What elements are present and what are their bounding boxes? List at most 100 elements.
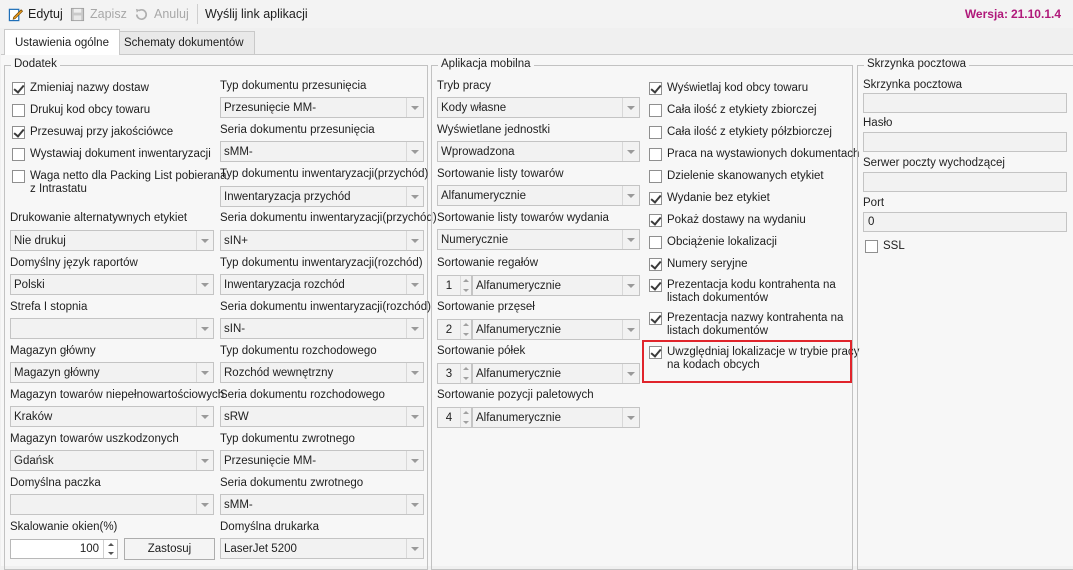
- stepper-buttons[interactable]: [460, 320, 471, 339]
- checkbox-box[interactable]: [12, 126, 25, 139]
- checkbox-box[interactable]: [649, 236, 662, 249]
- scaling-stepper[interactable]: 100: [10, 539, 118, 559]
- checkbox-box[interactable]: [12, 104, 25, 117]
- transfer-doc-type-combo[interactable]: Przesunięcie MM-: [220, 97, 424, 118]
- chevron-down-icon[interactable]: [622, 142, 639, 161]
- chevron-down-icon[interactable]: [406, 495, 423, 514]
- checkbox-show-foreign-code[interactable]: Wyświetlaj kod obcy towaru: [649, 81, 808, 95]
- span-sort-combo[interactable]: Alfanumerycznie: [472, 319, 640, 340]
- chevron-down-icon[interactable]: [107, 552, 114, 555]
- apply-button[interactable]: Zastosuj: [124, 538, 215, 560]
- chevron-up-icon[interactable]: [463, 323, 469, 327]
- stepper-buttons[interactable]: [460, 408, 471, 427]
- chevron-down-icon[interactable]: [196, 319, 213, 338]
- checkbox-contractor-name[interactable]: Prezentacja nazwy kontrahenta na listach …: [649, 311, 843, 338]
- span-sort-control[interactable]: 2 Alfanumerycznie: [437, 319, 640, 340]
- chevron-up-icon[interactable]: [463, 279, 469, 283]
- chevron-down-icon[interactable]: [622, 276, 639, 295]
- chevron-up-icon[interactable]: [463, 411, 469, 415]
- checkbox-serial-numbers[interactable]: Numery seryjne: [649, 257, 748, 271]
- chevron-down-icon[interactable]: [622, 230, 639, 249]
- displayed-units-combo[interactable]: Wprowadzona: [437, 141, 640, 162]
- chevron-down-icon[interactable]: [196, 275, 213, 294]
- port-input[interactable]: 0: [863, 212, 1067, 232]
- checkbox-box[interactable]: [12, 82, 25, 95]
- checkbox-box[interactable]: [649, 279, 662, 292]
- chevron-down-icon[interactable]: [406, 451, 423, 470]
- span-sort-stepper[interactable]: 2: [437, 319, 472, 340]
- substandard-warehouse-combo[interactable]: Kraków: [10, 406, 214, 427]
- rack-sort-combo[interactable]: Alfanumerycznie: [472, 275, 640, 296]
- rack-sort-control[interactable]: 1 Alfanumerycznie: [437, 275, 640, 296]
- checkbox-print-foreign-code[interactable]: Drukuj kod obcy towaru: [12, 103, 150, 117]
- report-language-combo[interactable]: Polski: [10, 274, 214, 295]
- chevron-up-icon[interactable]: [463, 367, 469, 371]
- checkbox-contractor-code[interactable]: Prezentacja kodu kontrahenta na listach d…: [649, 278, 836, 305]
- stepper-buttons[interactable]: [460, 276, 471, 295]
- inventory-expense-series-combo[interactable]: sIN-: [220, 318, 424, 339]
- send-link-button[interactable]: Wyślij link aplikacji: [205, 5, 308, 23]
- shelf-sort-stepper[interactable]: 3: [437, 363, 472, 384]
- transfer-doc-series-combo[interactable]: sMM-: [220, 141, 424, 162]
- chevron-down-icon[interactable]: [622, 186, 639, 205]
- chevron-down-icon[interactable]: [406, 539, 423, 558]
- pallet-sort-stepper[interactable]: 4: [437, 407, 472, 428]
- chevron-down-icon[interactable]: [463, 376, 469, 380]
- chevron-down-icon[interactable]: [196, 495, 213, 514]
- damaged-warehouse-combo[interactable]: Gdańsk: [10, 450, 214, 471]
- stepper-buttons[interactable]: [103, 540, 117, 558]
- checkbox-location-load[interactable]: Obciążenie lokalizacji: [649, 235, 777, 249]
- chevron-down-icon[interactable]: [463, 420, 469, 424]
- tab-document-schemes[interactable]: Schematy dokumentów: [113, 31, 255, 54]
- save-button[interactable]: Zapisz: [70, 5, 127, 23]
- chevron-down-icon[interactable]: [622, 364, 639, 383]
- checkbox-issue-inventory[interactable]: Wystawiaj dokument inwentaryzacji: [12, 147, 211, 161]
- checkbox-full-qty-semi-bulk[interactable]: Cała ilość z etykiety półzbiorczej: [649, 125, 832, 139]
- expense-doc-type-combo[interactable]: Rozchód wewnętrzny: [220, 362, 424, 383]
- issue-goods-sort-combo[interactable]: Numerycznie: [437, 229, 640, 250]
- checkbox-box[interactable]: [649, 148, 662, 161]
- checkbox-net-weight-intrastat[interactable]: Waga netto dla Packing List pobierana z I…: [12, 169, 226, 196]
- chevron-down-icon[interactable]: [622, 408, 639, 427]
- chevron-down-icon[interactable]: [196, 363, 213, 382]
- checkbox-box[interactable]: [649, 312, 662, 325]
- goods-sort-combo[interactable]: Alfanumerycznie: [437, 185, 640, 206]
- smtp-server-input[interactable]: [863, 172, 1067, 192]
- inventory-income-series-combo[interactable]: sIN+: [220, 230, 424, 251]
- checkbox-box[interactable]: [12, 148, 25, 161]
- checkbox-box[interactable]: [649, 82, 662, 95]
- expense-doc-series-combo[interactable]: sRW: [220, 406, 424, 427]
- chevron-down-icon[interactable]: [622, 320, 639, 339]
- zone-combo[interactable]: [10, 318, 214, 339]
- chevron-up-icon[interactable]: [107, 543, 114, 546]
- checkbox-box[interactable]: [649, 258, 662, 271]
- inventory-income-type-combo[interactable]: Inwentaryzacja przychód: [220, 186, 424, 207]
- chevron-down-icon[interactable]: [463, 288, 469, 292]
- checkbox-box[interactable]: [649, 214, 662, 227]
- chevron-down-icon[interactable]: [406, 187, 423, 206]
- stepper-buttons[interactable]: [460, 364, 471, 383]
- checkbox-box[interactable]: [649, 126, 662, 139]
- chevron-down-icon[interactable]: [196, 451, 213, 470]
- checkbox-box[interactable]: [649, 192, 662, 205]
- chevron-down-icon[interactable]: [406, 142, 423, 161]
- chevron-down-icon[interactable]: [406, 319, 423, 338]
- inventory-expense-type-combo[interactable]: Inwentaryzacja rozchód: [220, 274, 424, 295]
- chevron-down-icon[interactable]: [406, 98, 423, 117]
- checkbox-full-qty-bulk[interactable]: Cała ilość z etykiety zbiorczej: [649, 103, 817, 117]
- chevron-down-icon[interactable]: [622, 98, 639, 117]
- main-warehouse-combo[interactable]: Magazyn główny: [10, 362, 214, 383]
- password-input[interactable]: [863, 132, 1067, 152]
- checkbox-show-deliveries-on-issue[interactable]: Pokaż dostawy na wydaniu: [649, 213, 806, 227]
- chevron-down-icon[interactable]: [406, 231, 423, 250]
- chevron-down-icon[interactable]: [406, 363, 423, 382]
- chevron-down-icon[interactable]: [463, 332, 469, 336]
- shelf-sort-combo[interactable]: Alfanumerycznie: [472, 363, 640, 384]
- chevron-down-icon[interactable]: [406, 407, 423, 426]
- checkbox-work-on-issued-docs[interactable]: Praca na wystawionych dokumentach: [649, 147, 859, 161]
- checkbox-box[interactable]: [865, 240, 878, 253]
- checkbox-ssl[interactable]: SSL: [865, 239, 905, 253]
- checkbox-box[interactable]: [649, 104, 662, 117]
- chevron-down-icon[interactable]: [406, 275, 423, 294]
- shelf-sort-control[interactable]: 3 Alfanumerycznie: [437, 363, 640, 384]
